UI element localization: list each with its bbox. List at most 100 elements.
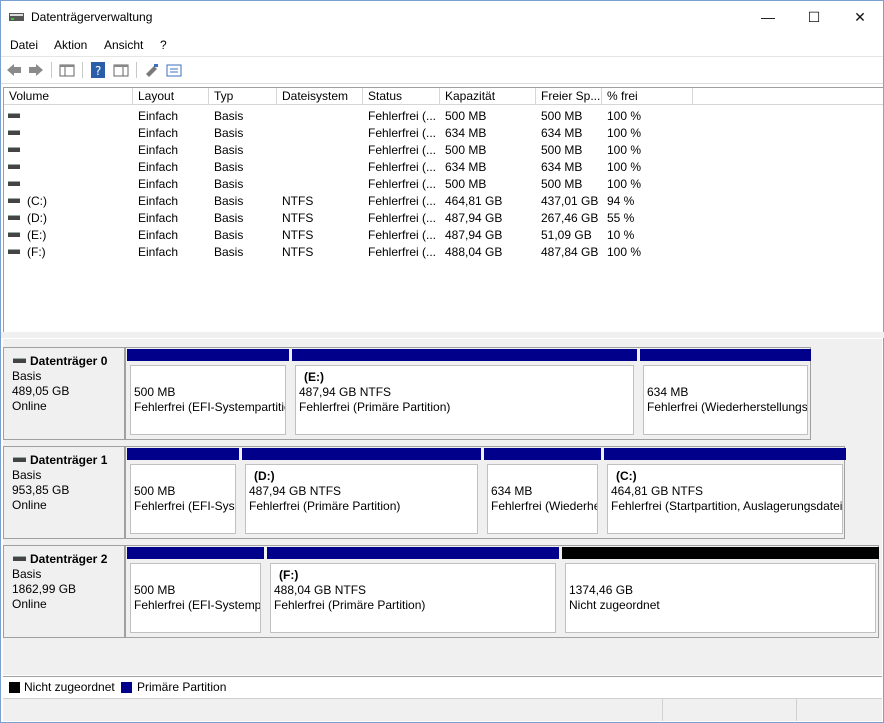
maximize-button[interactable]: ☐ — [791, 1, 837, 33]
volume-row[interactable]: Einfach Basis Fehlerfrei (... 634 MB 634 MB 1… — [4, 159, 883, 176]
partition[interactable]: (F:) 488,04 GB NTFS Fehlerfrei (Primäre Pa… — [266, 546, 560, 637]
partition-status: Fehlerfrei (Primäre Partition) — [249, 499, 401, 513]
partition-status: Fehlerfrei (Primäre Partition) — [274, 598, 426, 612]
partition-color-bar — [604, 448, 846, 460]
volume-free-space: 500 MB — [541, 177, 583, 191]
volume-row[interactable]: Einfach Basis Fehlerfrei (... 500 MB 500 MB 1… — [4, 142, 883, 159]
partition[interactable]: 634 MBFehlerfrei (Wiederherstellungspart… — [639, 348, 812, 439]
back-arrow-icon[interactable] — [5, 61, 23, 79]
menu-ansicht[interactable]: Ansicht — [104, 38, 143, 52]
partition-size: 487,94 GB NTFS — [249, 484, 342, 498]
volume-status: Fehlerfrei (... — [368, 211, 437, 225]
console-tree-icon[interactable] — [58, 61, 76, 79]
volume-percent-free: 100 % — [607, 177, 642, 191]
volume-capacity: 488,04 GB — [445, 245, 503, 259]
column-header-volume[interactable]: Volume — [4, 88, 133, 105]
partition-size: 500 MB — [134, 583, 176, 597]
pane-splitter[interactable] — [1, 332, 884, 338]
partition-size: 500 MB — [134, 385, 176, 399]
disk-info-2[interactable]: Datenträger 2 Basis 1862,99 GB Online — [3, 545, 125, 638]
disk-size: 489,05 GB — [12, 384, 70, 398]
partition[interactable]: (C:) 464,81 GB NTFS Fehlerfrei (Startparti… — [603, 447, 847, 538]
volume-layout: Einfach — [138, 228, 179, 242]
menu-bar: Datei Aktion Ansicht ? — [1, 34, 883, 57]
minimize-button[interactable]: — — [745, 1, 791, 33]
disk-name: Datenträger 1 — [30, 453, 108, 467]
partition[interactable]: 500 MBFehlerfrei (EFI-Systempartition) — [126, 348, 290, 439]
column-header-status[interactable]: Status — [363, 88, 440, 105]
volume-row[interactable]: (F:) Einfach Basis NTFS Fehlerfrei (... 488,0… — [4, 244, 883, 261]
properties-icon[interactable] — [165, 61, 183, 79]
connect-disk-icon[interactable] — [143, 61, 161, 79]
title-bar[interactable]: Datenträgerverwaltung — ☐ ✕ — [1, 1, 883, 33]
disk-info-0[interactable]: Datenträger 0 Basis 489,05 GB Online — [3, 347, 125, 440]
volume-name: (D:) — [27, 211, 47, 225]
partition-color-bar — [640, 349, 811, 361]
volume-capacity: 487,94 GB — [445, 211, 503, 225]
legend-swatch-primary — [121, 682, 132, 693]
volume-capacity: 500 MB — [445, 177, 487, 191]
volume-row[interactable]: (D:) Einfach Basis NTFS Fehlerfrei (... 487,9… — [4, 210, 883, 227]
help-icon[interactable]: ? — [89, 61, 107, 79]
partition-color-bar — [242, 448, 481, 460]
volume-free-space: 51,09 GB — [541, 228, 592, 242]
volume-status: Fehlerfrei (... — [368, 160, 437, 174]
volume-row[interactable]: (C:) Einfach Basis NTFS Fehlerfrei (... 464,8… — [4, 193, 883, 210]
volume-drive-icon — [8, 147, 21, 153]
partition-size: 500 MB — [134, 484, 176, 498]
close-button[interactable]: ✕ — [837, 1, 883, 33]
partition-color-bar — [267, 547, 559, 559]
column-header-layout[interactable]: Layout — [133, 88, 209, 105]
partition-body: 500 MBFehlerfrei (EFI-Systempartition) — [130, 365, 286, 435]
menu-help[interactable]: ? — [160, 38, 167, 52]
partition-size: 1374,46 GB — [569, 583, 634, 597]
volume-capacity: 500 MB — [445, 143, 487, 157]
column-header-kapazitaet[interactable]: Kapazität — [440, 88, 536, 105]
menu-datei[interactable]: Datei — [10, 38, 38, 52]
partition[interactable]: 500 MBFehlerfrei (EFI-Systempartition) — [126, 447, 240, 538]
volume-row[interactable]: Einfach Basis Fehlerfrei (... 634 MB 634 MB 1… — [4, 125, 883, 142]
column-header-prozent-frei[interactable]: % frei — [602, 88, 693, 105]
partition-body: 500 MBFehlerfrei (EFI-Systempartition) — [130, 563, 261, 633]
partition[interactable]: (E:) 487,94 GB NTFS Fehlerfrei (Primäre Pa… — [291, 348, 638, 439]
unallocated-space[interactable]: 1374,46 GB Nicht zugeordnet — [561, 546, 880, 637]
volume-layout: Einfach — [138, 109, 179, 123]
partition-size: 634 MB — [647, 385, 689, 399]
column-header-typ[interactable]: Typ — [209, 88, 277, 105]
legend-label-primary: Primäre Partition — [137, 680, 227, 694]
volume-type: Basis — [214, 126, 244, 140]
legend-label-unallocated: Nicht zugeordnet — [24, 680, 115, 694]
volume-capacity: 634 MB — [445, 126, 487, 140]
disk-management-app-icon — [9, 13, 24, 21]
volume-status: Fehlerfrei (... — [368, 228, 437, 242]
menu-aktion[interactable]: Aktion — [54, 38, 87, 52]
disk-drive-icon — [13, 358, 27, 363]
column-header-freier-speicher[interactable]: Freier Sp... — [536, 88, 602, 105]
disk-drive-icon — [13, 556, 27, 561]
volume-capacity: 634 MB — [445, 160, 487, 174]
disk-type: Basis — [12, 567, 42, 581]
volume-row[interactable]: (E:) Einfach Basis NTFS Fehlerfrei (... 487,9… — [4, 227, 883, 244]
partition[interactable]: 634 MBFehlerfrei (Wiederherstellungspart… — [483, 447, 602, 538]
volume-type: Basis — [214, 160, 244, 174]
partition-body: (C:) 464,81 GB NTFS Fehlerfrei (Startparti… — [607, 464, 843, 534]
volume-percent-free: 100 % — [607, 245, 642, 259]
volume-type: Basis — [214, 177, 244, 191]
volume-free-space: 487,84 GB — [541, 245, 599, 259]
window-title: Datenträgerverwaltung — [31, 10, 153, 24]
partition-body: 1374,46 GB Nicht zugeordnet — [565, 563, 876, 633]
show-action-pane-icon[interactable] — [112, 61, 130, 79]
partition-status: Fehlerfrei (Startpartition, Auslagerungs… — [611, 499, 843, 513]
volume-drive-icon — [8, 198, 21, 204]
partition[interactable]: 500 MBFehlerfrei (EFI-Systempartition) — [126, 546, 265, 637]
column-header-dateisystem[interactable]: Dateisystem — [277, 88, 363, 105]
partition-color-bar — [292, 349, 637, 361]
volume-layout: Einfach — [138, 143, 179, 157]
forward-arrow-icon[interactable] — [27, 61, 45, 79]
disk-info-1[interactable]: Datenträger 1 Basis 953,85 GB Online — [3, 446, 125, 539]
volume-row[interactable]: Einfach Basis Fehlerfrei (... 500 MB 500 MB 1… — [4, 108, 883, 125]
volume-percent-free: 55 % — [607, 211, 635, 225]
volume-row[interactable]: Einfach Basis Fehlerfrei (... 500 MB 500 MB 1… — [4, 176, 883, 193]
volume-drive-icon — [8, 113, 21, 119]
partition[interactable]: (D:) 487,94 GB NTFS Fehlerfrei (Primäre Pa… — [241, 447, 482, 538]
